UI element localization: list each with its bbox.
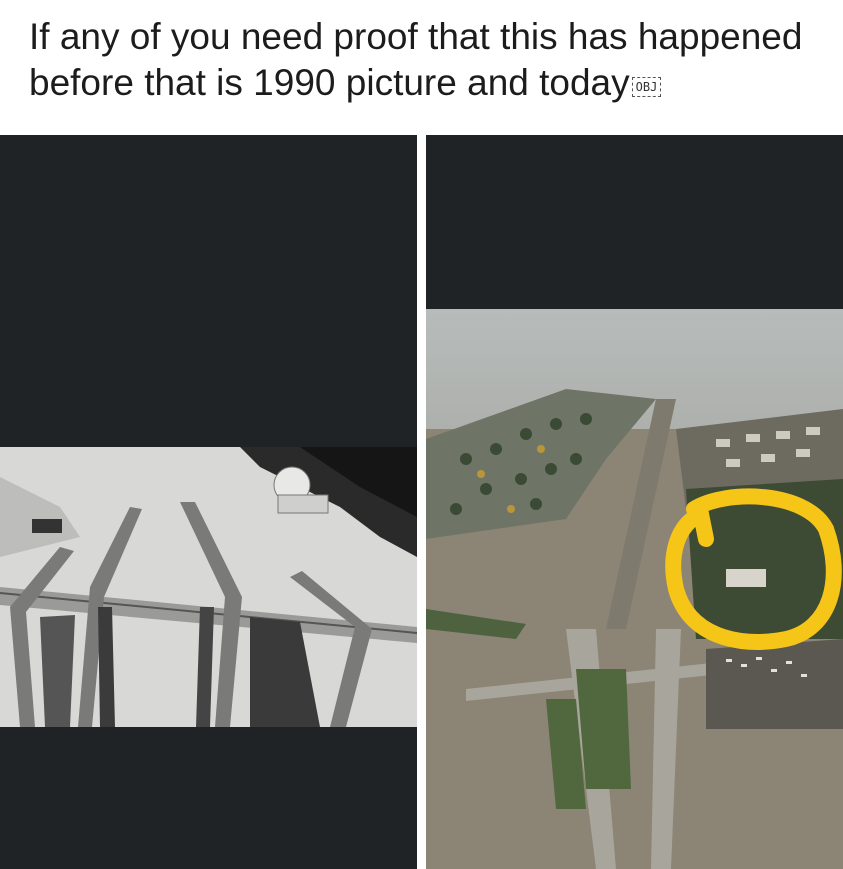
caption-text: If any of you need proof that this has h… <box>29 16 803 103</box>
object-placeholder-icon: OBJ <box>631 77 662 97</box>
left-image-panel[interactable] <box>0 135 417 869</box>
photo-today <box>426 309 843 869</box>
photo-1990 <box>0 447 417 727</box>
post-caption: If any of you need proof that this has h… <box>29 14 829 106</box>
right-image-panel[interactable] <box>426 135 843 869</box>
